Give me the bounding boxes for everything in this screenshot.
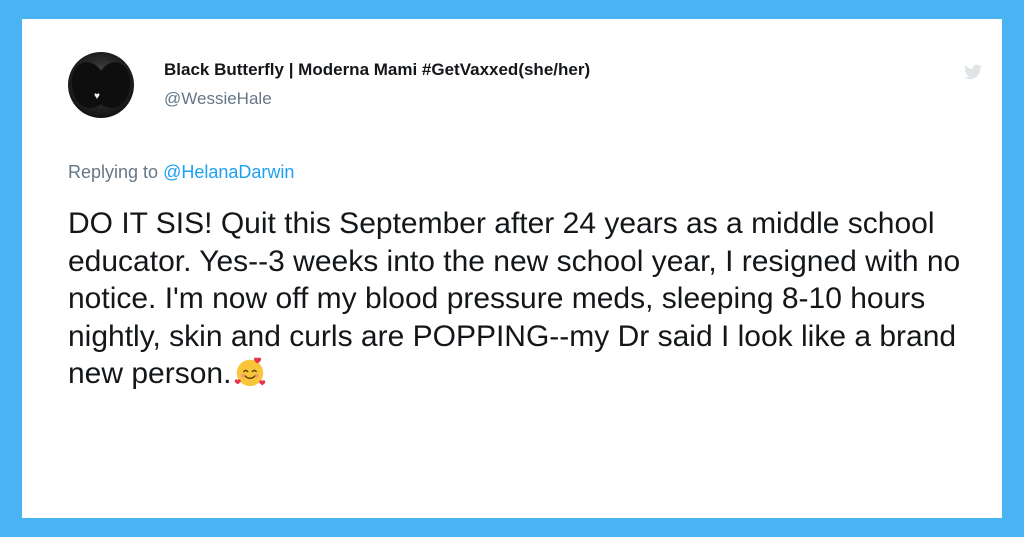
replying-to-line: Replying to @HelanaDarwin	[68, 162, 294, 183]
display-name[interactable]: Black Butterfly | Moderna Mami #GetVaxxe…	[164, 60, 590, 80]
user-handle[interactable]: @WessieHale	[164, 89, 272, 109]
replying-to-mention[interactable]: @HelanaDarwin	[163, 162, 294, 182]
tweet-body: DO IT SIS! Quit this September after 24 …	[68, 205, 968, 393]
replying-to-label: Replying to	[68, 162, 164, 182]
tweet-card: ♥ Black Butterfly | Moderna Mami #GetVax…	[22, 19, 1002, 518]
frame-background: ♥ Black Butterfly | Moderna Mami #GetVax…	[0, 0, 1024, 537]
smiling-face-with-hearts-icon	[233, 355, 267, 389]
avatar[interactable]: ♥	[68, 52, 134, 118]
tweet-text: DO IT SIS! Quit this September after 24 …	[68, 207, 961, 391]
twitter-bird-icon[interactable]	[964, 64, 982, 80]
avatar-heart-icon: ♥	[94, 91, 100, 102]
